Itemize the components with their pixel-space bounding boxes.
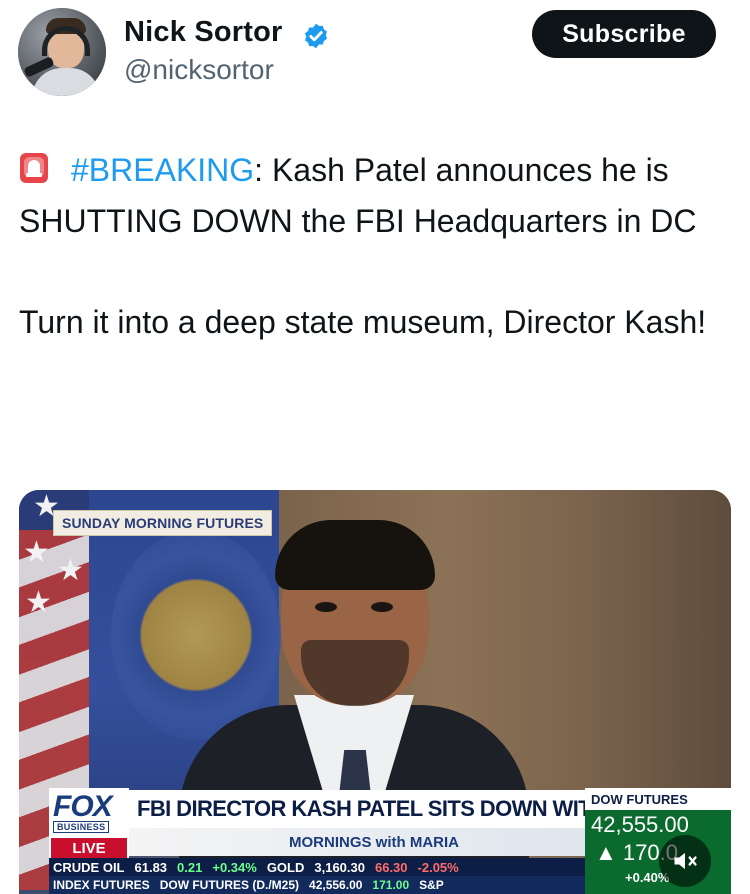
author-handle[interactable]: @nicksortor	[124, 54, 274, 86]
tweet-paragraph-2: Turn it into a deep state museum, Direct…	[19, 304, 707, 340]
market-value: 42,555.00	[591, 812, 689, 837]
chyron-headline: FBI DIRECTOR KASH PATEL SITS DOWN WITH M…	[129, 790, 585, 828]
ticker-row-2: INDEX FUTURES DOW FUTURES (D./M25) 42,55…	[49, 876, 585, 894]
subscribe-button[interactable]: Subscribe	[532, 10, 716, 58]
verified-badge-icon	[305, 23, 327, 49]
fbi-seal	[111, 530, 281, 740]
author-name[interactable]: Nick Sortor	[124, 16, 283, 49]
flag-star-icon: ★	[57, 554, 84, 587]
flag-star-icon: ★	[25, 586, 52, 619]
flag-star-icon: ★	[23, 536, 50, 569]
speaker-muted-icon	[674, 852, 697, 870]
siren-icon	[19, 149, 49, 183]
mute-button[interactable]	[659, 835, 711, 887]
tweet-header: Nick Sortor @nicksortor Subscribe	[0, 0, 750, 110]
network-logo: FOX BUSINESS LIVE	[49, 788, 129, 868]
video-player[interactable]: ★ ★ ★ ★ SUNDAY MORNING FUTURES FOX BUSIN…	[19, 490, 731, 894]
chyron-show-name: MORNINGS with MARIA	[129, 828, 585, 856]
news-chyron: FOX BUSINESS LIVE FBI DIRECTOR KASH PATE…	[49, 788, 731, 894]
tweet-paragraph-1: #BREAKING: Kash Patel announces he is SH…	[19, 145, 734, 246]
market-box: DOW FUTURES 42,555.00 ▲ 170.0 +0.40%	[585, 788, 731, 894]
live-badge: LIVE	[51, 838, 127, 858]
show-title-badge: SUNDAY MORNING FUTURES	[53, 510, 273, 536]
market-label: DOW FUTURES	[585, 788, 731, 810]
avatar[interactable]	[18, 8, 106, 96]
hashtag-link[interactable]: #BREAKING	[71, 152, 254, 188]
tweet-text: #BREAKING: Kash Patel announces he is SH…	[19, 145, 734, 348]
ticker-row-1: CRUDE OIL 61.83 0.21 +0.34% GOLD 3,160.3…	[49, 858, 585, 876]
